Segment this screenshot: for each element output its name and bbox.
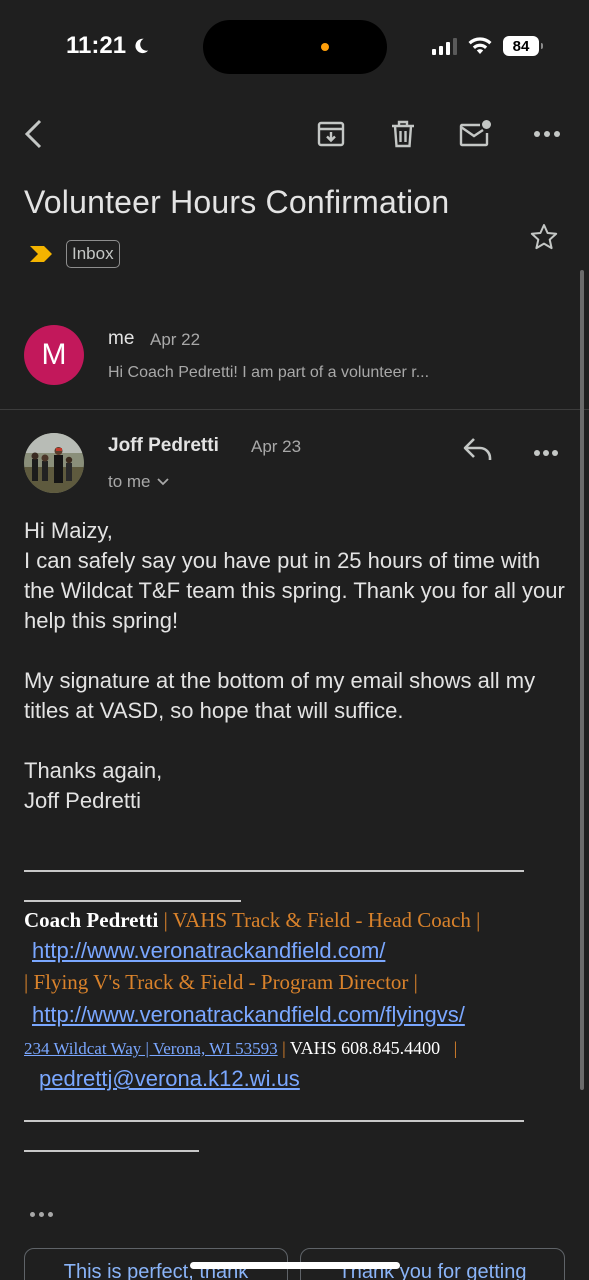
recipient-details-toggle[interactable]: to me <box>108 472 169 492</box>
signature-title-program-director: | Flying V's Track & Field - Program Dir… <box>24 970 418 994</box>
cellular-signal-icon <box>432 37 457 55</box>
battery-icon: 84 <box>503 36 543 56</box>
chevron-left-icon <box>24 119 42 149</box>
email-toolbar <box>0 108 589 160</box>
signature-link-flyingvs[interactable]: http://www.veronatrackandfield.com/flyin… <box>32 1002 465 1027</box>
wifi-icon <box>468 37 492 54</box>
archive-icon <box>317 121 345 147</box>
collapsed-snippet: Hi Coach Pedretti! I am part of a volunt… <box>108 364 430 381</box>
email-subject: Volunteer Hours Confirmation <box>24 184 450 220</box>
message-body: Hi Maizy, I can safely say you have put … <box>24 516 569 816</box>
message-more-button[interactable] <box>528 438 564 468</box>
mark-unread-button[interactable] <box>457 116 493 152</box>
moon-icon <box>135 38 149 54</box>
more-horizontal-icon <box>534 131 560 137</box>
star-icon <box>530 224 558 250</box>
message-divider <box>0 409 589 410</box>
signature-address-link[interactable]: 234 Wildcat Way | Verona, WI 53593 <box>24 1039 278 1058</box>
archive-button[interactable] <box>313 116 349 152</box>
signature-rule <box>24 900 241 902</box>
star-button[interactable] <box>529 222 563 256</box>
signature-phone: VAHS 608.845.4400 <box>289 1038 441 1058</box>
more-options-button[interactable] <box>529 116 565 152</box>
message-date: Apr 23 <box>251 437 302 456</box>
recipient-text: to me <box>108 472 151 491</box>
body-paragraph: Hi Maizy, I can safely say you have put … <box>24 518 565 633</box>
signature-email-link[interactable]: pedrettj@verona.k12.wi.us <box>39 1066 300 1091</box>
signature-name: Coach Pedretti <box>24 908 159 932</box>
signature-rule <box>24 870 524 872</box>
status-bar: 11:21 84 <box>0 0 589 96</box>
sender-avatar[interactable] <box>24 433 84 493</box>
recording-indicator <box>321 43 329 51</box>
signature-title-head-coach: | VAHS Track & Field - Head Coach | <box>158 908 481 932</box>
trash-icon <box>392 120 414 148</box>
signature-line-6: pedrettj@verona.k12.wi.us <box>39 1066 584 1092</box>
delete-button[interactable] <box>385 116 421 152</box>
body-paragraph: My signature at the bottom of my email s… <box>24 668 536 723</box>
body-paragraph: Thanks again, Joff Pedretti <box>24 758 163 813</box>
signature-line-2: http://www.veronatrackandfield.com/ <box>32 938 577 964</box>
avatar: M <box>24 325 84 385</box>
chevron-down-icon <box>156 478 169 486</box>
inbox-label-chip[interactable]: Inbox <box>66 240 120 268</box>
labels-row: Inbox <box>28 240 120 268</box>
reply-button[interactable] <box>462 436 500 468</box>
signature-line-5: 234 Wildcat Way | Verona, WI 53593 | VAH… <box>24 1038 569 1059</box>
signature-separator: | <box>277 1038 290 1058</box>
signature-rule <box>24 1150 199 1152</box>
status-icons: 84 <box>432 36 543 56</box>
signature-line-3: | Flying V's Track & Field - Program Dir… <box>24 970 569 995</box>
show-trimmed-content-button[interactable] <box>26 1202 56 1226</box>
reply-icon <box>463 438 492 460</box>
signature-separator: | <box>453 1038 458 1058</box>
signature-link-website[interactable]: http://www.veronatrackandfield.com/ <box>32 938 385 963</box>
more-horizontal-icon <box>534 450 558 456</box>
signature-rule <box>24 1120 524 1122</box>
status-time: 11:21 <box>66 32 150 60</box>
signature-line-4: http://www.veronatrackandfield.com/flyin… <box>32 1002 577 1028</box>
dynamic-island <box>203 20 387 74</box>
home-indicator[interactable] <box>190 1262 400 1269</box>
collapsed-sender: me <box>108 328 135 349</box>
time-text: 11:21 <box>66 32 127 59</box>
collapsed-message[interactable]: M me Apr 22 Hi Coach Pedretti! I am part… <box>0 300 589 410</box>
signature-line-1: Coach Pedretti | VAHS Track & Field - He… <box>24 908 569 933</box>
back-button[interactable] <box>16 116 52 152</box>
scrollbar[interactable] <box>580 270 584 1090</box>
mail-unread-icon <box>459 120 491 147</box>
collapsed-date: Apr 22 <box>150 330 201 349</box>
message-sender: Joff Pedretti <box>108 435 219 456</box>
importance-marker-icon[interactable] <box>28 244 54 264</box>
